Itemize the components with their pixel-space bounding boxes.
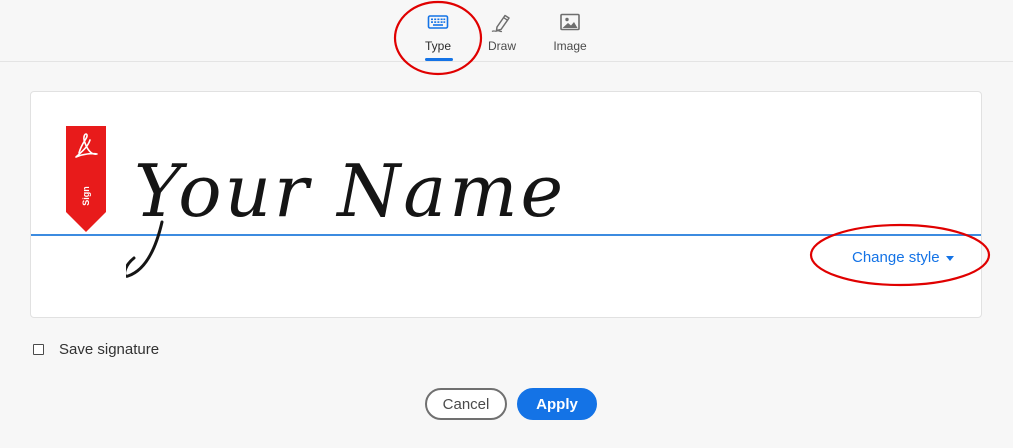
signature-preview-card: Sign Your Name Change style	[30, 91, 982, 318]
keyboard-icon	[427, 15, 449, 29]
sign-tag-label: Sign	[81, 186, 91, 206]
pen-icon	[491, 14, 510, 33]
save-signature-label: Save signature	[59, 340, 160, 358]
tab-type[interactable]: Type	[408, 6, 468, 62]
signature-text[interactable]: Your Name	[126, 130, 606, 290]
active-tab-indicator	[425, 58, 453, 61]
signature-text-value: Your Name	[134, 149, 566, 233]
image-icon	[560, 13, 580, 31]
save-signature-option[interactable]: Save signature	[33, 340, 159, 358]
chevron-down-icon	[945, 255, 954, 261]
change-style-dropdown[interactable]: Change style	[852, 247, 954, 267]
tab-draw-label: Draw	[487, 39, 516, 53]
tab-draw[interactable]: Draw	[472, 6, 532, 62]
tab-type-label: Type	[424, 39, 451, 53]
cancel-button[interactable]: Cancel	[425, 388, 507, 420]
tab-image[interactable]: Image	[540, 6, 600, 62]
fill-and-sign-dialog: Type Draw Image Sign Your Name Change st…	[0, 0, 1013, 448]
signature-mode-tabs: Type Draw Image	[0, 0, 1013, 62]
sign-here-tag: Sign	[66, 126, 106, 232]
apply-button[interactable]: Apply	[517, 388, 597, 420]
save-signature-checkbox[interactable]	[33, 343, 44, 355]
tab-image-label: Image	[553, 39, 587, 53]
change-style-label: Change style	[852, 248, 940, 266]
